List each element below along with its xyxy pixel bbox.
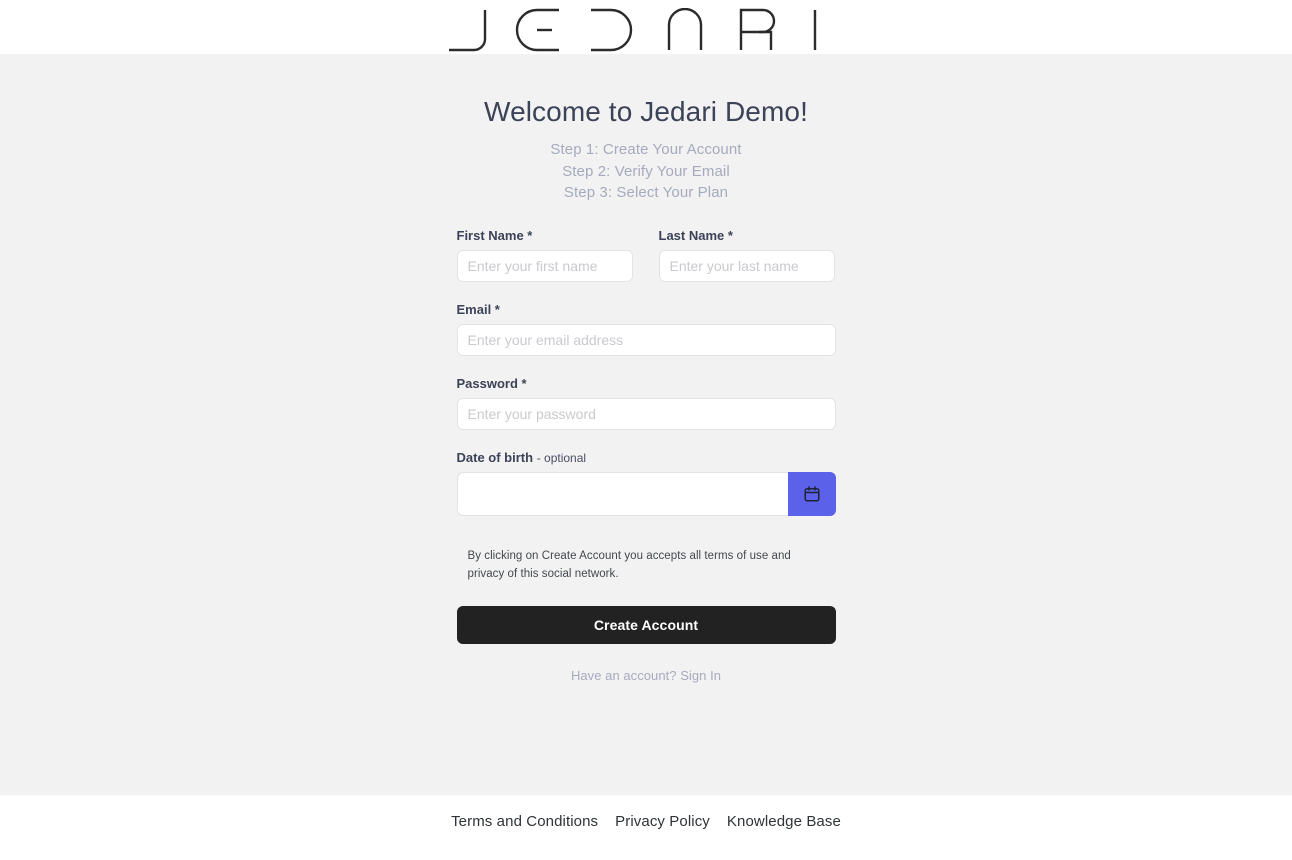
email-field: Email *	[456, 301, 836, 356]
last-name-label: Last Name *	[658, 227, 733, 243]
date-of-birth-input[interactable]	[456, 471, 788, 516]
date-of-birth-label: Date of birth - optional	[457, 450, 836, 465]
main-content: Welcome to Jedari Demo! Step 1: Create Y…	[0, 54, 1292, 795]
step-item-1: Step 1: Create Your Account	[550, 141, 742, 158]
signup-page: Welcome to Jedari Demo! Step 1: Create Y…	[0, 0, 1292, 860]
step-item-2: Step 2: Verify Your Email	[562, 162, 730, 180]
jedari-logo	[449, 8, 817, 52]
terms-notice: By clicking on Create Account you accept…	[467, 549, 791, 580]
date-of-birth-label-text: Date of birth	[456, 449, 534, 465]
footer-link-terms-and-conditions[interactable]: Terms and Conditions	[451, 813, 598, 830]
date-of-birth-field: Date of birth - optional	[456, 450, 836, 516]
first-name-label: First Name *	[456, 227, 533, 243]
app-header	[0, 0, 1292, 54]
steps-list: Step 1: Create Your Account Step 2: Veri…	[550, 139, 741, 204]
first-name-field: First Name *	[456, 227, 633, 282]
calendar-icon	[804, 485, 819, 501]
password-input[interactable]	[456, 397, 836, 430]
email-input[interactable]	[456, 323, 836, 356]
footer-link-knowledge-base[interactable]: Knowledge Base	[727, 813, 841, 830]
calendar-picker-button[interactable]	[787, 471, 836, 516]
email-label: Email *	[456, 301, 500, 317]
signin-link[interactable]: Have an account? Sign In	[457, 668, 836, 683]
date-of-birth-optional-text: - optional	[536, 450, 587, 465]
password-label: Password *	[456, 375, 527, 391]
page-footer: Terms and Conditions Privacy Policy Know…	[0, 795, 1292, 860]
signup-form: First Name * Last Name * Email * Passwor…	[456, 227, 836, 683]
date-input-group	[456, 471, 836, 516]
logo-container[interactable]	[0, 8, 1292, 54]
footer-link-privacy-policy[interactable]: Privacy Policy	[615, 813, 710, 830]
page-title: Welcome to Jedari Demo!	[484, 96, 808, 127]
last-name-field: Last Name *	[658, 227, 835, 282]
create-account-button[interactable]: Create Account	[456, 605, 836, 644]
first-name-input[interactable]	[456, 249, 633, 282]
name-row: First Name * Last Name *	[456, 227, 836, 302]
last-name-input[interactable]	[658, 249, 835, 282]
step-item-3: Step 3: Select Your Plan	[563, 184, 729, 201]
password-field: Password *	[456, 375, 836, 430]
